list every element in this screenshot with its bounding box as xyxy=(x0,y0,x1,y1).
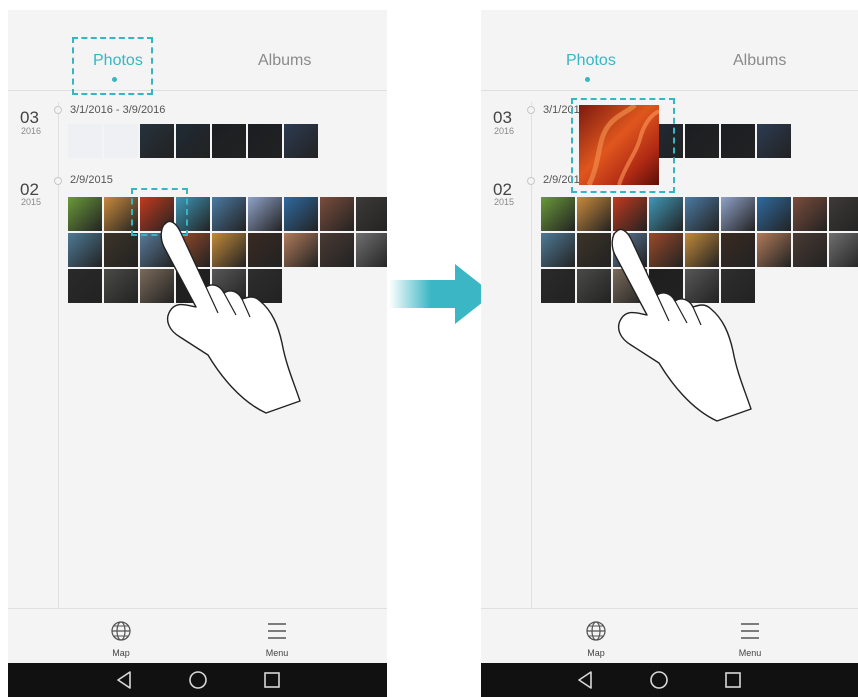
photo-thumbnail[interactable] xyxy=(541,233,575,267)
back-icon[interactable] xyxy=(104,663,144,697)
photo-thumbnail[interactable] xyxy=(320,197,354,231)
photo-thumbnail[interactable] xyxy=(140,124,174,158)
photo-thumbnail[interactable] xyxy=(541,197,575,231)
photo-thumbnail[interactable] xyxy=(104,124,138,158)
timeline-dot xyxy=(54,106,62,114)
photo-thumbnail[interactable] xyxy=(68,233,102,267)
globe-icon xyxy=(586,621,606,641)
tab-albums[interactable]: Albums xyxy=(733,52,786,70)
home-icon[interactable] xyxy=(639,663,679,697)
photo-thumbnail[interactable] xyxy=(793,233,827,267)
photo-thumbnail[interactable] xyxy=(104,269,138,303)
photo-thumbnail[interactable] xyxy=(793,197,827,231)
menu-label: Menu xyxy=(265,648,289,658)
hand-pointer-icon xyxy=(611,228,752,422)
group-year: 2016 xyxy=(21,126,42,136)
group-month: 03 xyxy=(493,108,512,127)
photo-thumbnail[interactable] xyxy=(104,233,138,267)
photo-thumbnail[interactable] xyxy=(757,197,791,231)
map-label: Map xyxy=(112,648,130,658)
photo-thumbnail[interactable] xyxy=(320,233,354,267)
globe-icon xyxy=(111,621,131,641)
tab-bar: Photos Albums xyxy=(481,10,858,91)
menu-label: Menu xyxy=(738,648,762,658)
bottom-toolbar: Map Menu xyxy=(8,608,387,664)
hand-pointer-icon xyxy=(160,220,301,414)
phone-screen-before: Photos Albums 03 2016 3/1/2016 - 3/9/201… xyxy=(8,10,387,697)
photo-thumbnail[interactable] xyxy=(356,233,387,267)
group-date-range[interactable]: 3/1/2016 - 3/9/2016 xyxy=(70,104,165,116)
photo-thumbnail[interactable] xyxy=(685,124,719,158)
map-button[interactable]: Map xyxy=(81,609,161,664)
bottom-toolbar: Map Menu xyxy=(481,608,858,664)
menu-icon xyxy=(741,623,759,639)
timeline-dot xyxy=(527,106,535,114)
photo-thumbnail[interactable] xyxy=(356,197,387,231)
photo-thumbnail[interactable] xyxy=(176,124,210,158)
menu-icon xyxy=(268,623,286,639)
transition-arrow-icon xyxy=(389,264,493,324)
photo-thumbnail[interactable] xyxy=(68,124,102,158)
system-navigation-bar xyxy=(8,663,387,697)
tab-bar: Photos Albums xyxy=(8,10,387,91)
photo-thumbnail[interactable] xyxy=(721,124,755,158)
highlight-photos-tab xyxy=(72,37,153,95)
photo-thumbnail[interactable] xyxy=(577,197,611,231)
group-year: 2015 xyxy=(494,197,515,207)
map-button[interactable]: Map xyxy=(556,609,636,664)
photo-thumbnail[interactable] xyxy=(757,233,791,267)
photo-thumbnail[interactable] xyxy=(68,197,102,231)
recents-icon[interactable] xyxy=(252,663,292,697)
tab-photos[interactable]: Photos xyxy=(566,52,616,70)
photo-thumbnail[interactable] xyxy=(577,269,611,303)
photo-thumbnail[interactable] xyxy=(577,233,611,267)
photo-thumbnail[interactable] xyxy=(541,269,575,303)
home-icon[interactable] xyxy=(178,663,218,697)
photo-preview-popup xyxy=(579,105,659,185)
photo-thumbnail[interactable] xyxy=(284,124,318,158)
tab-albums[interactable]: Albums xyxy=(258,52,311,70)
photo-thumbnail[interactable] xyxy=(212,124,246,158)
timeline-dot xyxy=(54,177,62,185)
back-icon[interactable] xyxy=(565,663,605,697)
group-year: 2015 xyxy=(21,197,42,207)
photo-thumbnail[interactable] xyxy=(68,269,102,303)
photo-thumbnail[interactable] xyxy=(829,233,858,267)
group-date-range[interactable]: 2/9/2015 xyxy=(70,174,113,186)
menu-button[interactable]: Menu xyxy=(710,609,790,664)
active-tab-indicator xyxy=(585,77,590,82)
recents-icon[interactable] xyxy=(713,663,753,697)
timeline-dot xyxy=(527,177,535,185)
photo-thumbnail[interactable] xyxy=(757,124,791,158)
photo-thumbnail[interactable] xyxy=(829,197,858,231)
phone-screen-after: Photos Albums 03 2016 3/1/201 02 2015 2/… xyxy=(481,10,858,697)
photo-thumbnail[interactable] xyxy=(248,124,282,158)
system-navigation-bar xyxy=(481,663,858,697)
menu-button[interactable]: Menu xyxy=(237,609,317,664)
group-year: 2016 xyxy=(494,126,515,136)
map-label: Map xyxy=(587,648,605,658)
group-month: 03 xyxy=(20,108,39,127)
